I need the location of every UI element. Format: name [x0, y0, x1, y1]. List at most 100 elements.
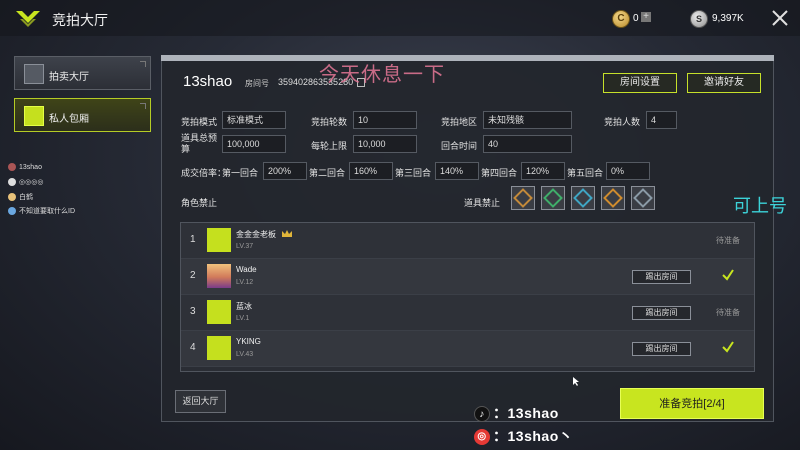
- room-name: 13shao: [183, 73, 233, 90]
- table-row: 3 蓝冰 LV.1 踢出房间 待准备: [181, 295, 754, 331]
- table-row: 1 金金金老板 LV.37 待准备: [181, 223, 754, 259]
- budget-label: 道具总预算: [181, 133, 218, 154]
- avatar: [8, 193, 16, 202]
- ready-auction-button[interactable]: 准备竞拍[2/4]: [620, 388, 764, 419]
- player-name: 蓝冰: [236, 302, 252, 311]
- mouse-cursor-icon: [573, 377, 579, 386]
- page-title: 竞拍大厅: [52, 12, 108, 28]
- players-field: 4: [646, 111, 677, 129]
- banned-item-slot[interactable]: [571, 186, 595, 210]
- close-icon[interactable]: [770, 8, 790, 28]
- players-label: 竞拍人数: [604, 117, 641, 127]
- sidebar-item-auction-hall[interactable]: 拍卖大厅: [14, 56, 151, 90]
- kick-player-button[interactable]: 踢出房间: [632, 306, 691, 320]
- item-icon: [573, 188, 593, 208]
- mode-label: 竞拍模式: [181, 117, 218, 127]
- panel-header-strip: [161, 55, 774, 61]
- round-2-field: 160%: [349, 162, 393, 180]
- player-status: 待准备: [716, 236, 740, 245]
- add-currency-button[interactable]: +: [641, 12, 651, 22]
- invite-friends-button[interactable]: 邀请好友: [687, 73, 761, 93]
- rounds-field: 10: [353, 111, 417, 129]
- avatar: [8, 178, 16, 187]
- netease-music-icon: ◎: [474, 429, 490, 446]
- player-index: 4: [190, 342, 196, 353]
- silver-coin-icon: S: [690, 10, 708, 28]
- cap-field: 10,000: [353, 135, 417, 153]
- table-row: 2 Wade LV.12 踢出房间: [181, 259, 754, 295]
- gold-coin-icon: C: [612, 10, 630, 28]
- chat-text: ◎◎◎◎: [19, 179, 44, 186]
- cap-label: 每轮上限: [311, 141, 348, 151]
- player-index: 2: [190, 270, 196, 281]
- player-name: YKING: [236, 337, 261, 346]
- avatar: [207, 300, 231, 324]
- chat-line: 13shao: [8, 163, 42, 171]
- round-time-field: 40: [483, 135, 572, 153]
- avatar: [207, 264, 231, 288]
- round-5-field: 0%: [606, 162, 650, 180]
- banned-item-slot[interactable]: [541, 186, 565, 210]
- avatar: [207, 228, 231, 252]
- banned-item-slot[interactable]: [631, 186, 655, 210]
- auction-hall-icon: [24, 64, 44, 84]
- chat-line: 白鹤: [8, 192, 33, 202]
- mode-field: 标准模式: [222, 111, 286, 129]
- sidebar-item-label: 拍卖大厅: [49, 72, 89, 83]
- avatar: [8, 163, 16, 171]
- round-4-label: 第四回合: [481, 168, 518, 178]
- corner-mark: [140, 103, 146, 109]
- ready-check-icon: [722, 341, 734, 353]
- banned-item-slot[interactable]: [601, 186, 625, 210]
- netease-handle: ◎ ：13shao丶: [474, 426, 573, 446]
- round-2-label: 第二回合: [309, 168, 346, 178]
- player-index: 1: [190, 234, 196, 245]
- round-5-label: 第五回合: [567, 168, 604, 178]
- player-name: Wade: [236, 265, 257, 274]
- player-level: LV.43: [236, 351, 254, 358]
- region-label: 竞拍地区: [441, 117, 478, 127]
- kick-player-button[interactable]: 踢出房间: [632, 270, 691, 284]
- player-level: LV.12: [236, 279, 254, 286]
- round-1-label: 第一回合: [222, 168, 259, 178]
- stream-overlay-side-text: 可上号: [733, 196, 787, 216]
- sidebar-item-label: 私人包厢: [49, 114, 89, 125]
- round-3-field: 140%: [435, 162, 479, 180]
- item-icon: [633, 188, 653, 208]
- item-icon: [513, 188, 533, 208]
- room-settings-button[interactable]: 房间设置: [603, 73, 677, 93]
- ready-check-icon: [722, 269, 734, 281]
- player-level: LV.37: [236, 243, 254, 250]
- sidebar-item-private-room[interactable]: 私人包厢: [14, 98, 151, 132]
- chat-line: 不知道要取什么ID: [8, 206, 75, 216]
- douyin-icon: ♪: [474, 406, 490, 423]
- douyin-handle: ♪ ：13shao: [474, 403, 559, 423]
- rounds-label: 竞拍轮数: [311, 117, 348, 127]
- player-name: 金金金老板: [236, 230, 276, 239]
- item-icon: [543, 188, 563, 208]
- avatar: [8, 207, 16, 216]
- douyin-text: ：13shao: [493, 405, 559, 421]
- banned-item-slot[interactable]: [511, 186, 535, 210]
- budget-field: 100,000: [222, 135, 286, 153]
- player-index: 3: [190, 306, 196, 317]
- stream-overlay-text: 今天休息一下: [319, 64, 445, 86]
- netease-text: ：13shao丶: [493, 428, 574, 444]
- round-3-label: 第三回合: [395, 168, 432, 178]
- top-bar: [0, 0, 800, 36]
- avatar: [207, 336, 231, 360]
- round-4-field: 120%: [521, 162, 565, 180]
- multiplier-label: 成交倍率：: [181, 168, 227, 178]
- chat-text: 不知道要取什么ID: [19, 208, 75, 215]
- crown-icon: [282, 230, 292, 237]
- item-ban-label: 道具禁止: [464, 198, 501, 208]
- player-level: LV.1: [236, 315, 250, 322]
- chat-text: 白鹤: [19, 194, 33, 201]
- private-room-icon: [24, 106, 44, 126]
- kick-player-button[interactable]: 踢出房间: [632, 342, 691, 356]
- item-icon: [603, 188, 623, 208]
- room-number-label: 房间号: [245, 79, 269, 88]
- table-row: 4 YKING LV.43 踢出房间: [181, 331, 754, 367]
- chat-text: 13shao: [19, 163, 42, 171]
- back-to-lobby-button[interactable]: 返回大厅: [175, 390, 226, 413]
